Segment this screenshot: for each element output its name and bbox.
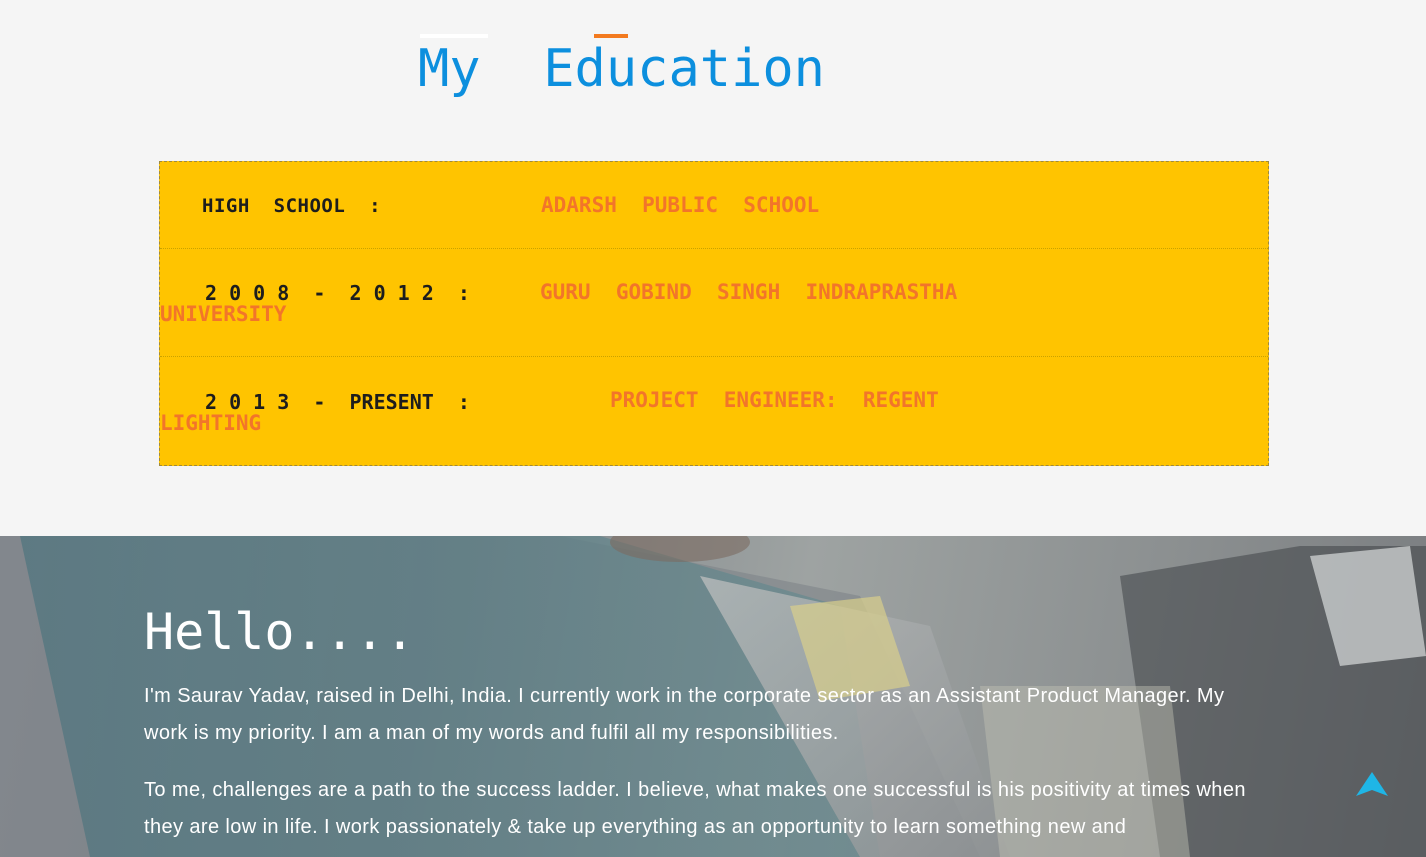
arrow-up-icon[interactable] <box>1354 770 1390 800</box>
about-heading: Hello.... <box>144 603 415 661</box>
education-label: HIGH SCHOOL : <box>202 195 382 217</box>
about-paragraph: I'm Saurav Yadav, raised in Delhi, India… <box>144 685 1225 744</box>
education-row-university: 2 0 0 8 - 2 0 1 2 : GURU GOBIND SINGH IN… <box>160 248 1268 357</box>
education-box: HIGH SCHOOL : ADARSH PUBLIC SCHOOL 2 0 0… <box>159 161 1269 466</box>
education-row-work: 2 0 1 3 - PRESENT : PROJECT ENGINEER: RE… <box>160 357 1268 465</box>
education-value-continued: UNIVERSITY <box>160 302 287 326</box>
education-value: GURU GOBIND SINGH INDRAPRASTHA <box>540 280 958 304</box>
about-paragraph: To me, challenges are a path to the succ… <box>144 779 1246 838</box>
education-value: PROJECT ENGINEER: REGENT <box>610 388 939 412</box>
education-row-high-school: HIGH SCHOOL : ADARSH PUBLIC SCHOOL <box>160 162 1268 249</box>
page: My Education HIGH SCHOOL : ADARSH PUBLIC… <box>0 0 1426 857</box>
about-section: Hello.... I'm Saurav Yadav, raised in De… <box>0 536 1426 857</box>
education-title: My Education <box>418 39 825 99</box>
education-section: My Education HIGH SCHOOL : ADARSH PUBLIC… <box>0 0 1426 536</box>
education-value-continued: LIGHTING <box>160 411 262 435</box>
education-value: ADARSH PUBLIC SCHOOL <box>541 193 820 217</box>
